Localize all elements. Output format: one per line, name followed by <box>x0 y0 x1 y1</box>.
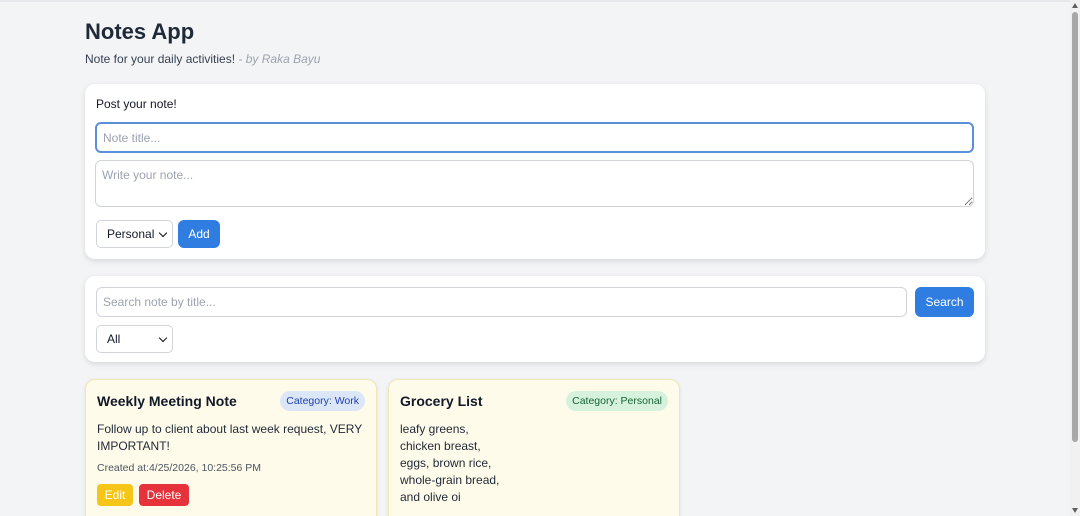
note-body: Follow up to client about last week requ… <box>97 421 367 455</box>
category-filter-select[interactable]: All <box>96 325 173 353</box>
vertical-scrollbar[interactable] <box>1070 0 1080 516</box>
note-body-line: Follow up to client about last week requ… <box>97 422 363 436</box>
note-body-line: chicken breast, <box>400 439 481 453</box>
scroll-down-arrow-icon[interactable] <box>1072 508 1078 513</box>
chevron-down-icon <box>158 333 168 343</box>
note-title: Grocery List <box>400 393 483 409</box>
add-note-button[interactable]: Add <box>178 220 220 248</box>
page-subtitle: Note for your daily activities! - by Rak… <box>85 52 320 66</box>
note-body: leafy greens, chicken breast, eggs, brow… <box>400 421 670 506</box>
top-border <box>0 0 1070 2</box>
note-body-line: leafy greens, <box>400 422 469 436</box>
note-body-line: whole-grain bread, <box>400 473 500 487</box>
chevron-down-icon <box>158 228 168 238</box>
page-title: Notes App <box>85 19 195 44</box>
category-badge: Category: Work <box>280 391 365 411</box>
scrollbar-thumb[interactable] <box>1072 12 1078 442</box>
note-body-line: IMPORTANT! <box>97 439 170 453</box>
category-select-value: Personal <box>107 227 155 241</box>
note-title: Weekly Meeting Note <box>97 393 237 409</box>
search-button[interactable]: Search <box>915 287 974 317</box>
note-body-line: and olive oi <box>400 490 461 504</box>
note-title-input[interactable] <box>95 122 974 153</box>
category-badge: Category: Personal <box>566 391 668 411</box>
note-created-date: Created at:4/25/2026, 10:25:56 PM <box>97 462 262 474</box>
category-select[interactable]: Personal <box>96 220 173 248</box>
post-note-label: Post your note! <box>96 97 177 111</box>
note-body-line: eggs, brown rice, <box>400 456 492 470</box>
filter-select-value: All <box>107 332 121 346</box>
search-input[interactable] <box>96 287 907 317</box>
note-card: Weekly Meeting Note Category: Work Follo… <box>85 379 377 516</box>
author-credit: - by Raka Bayu <box>238 52 321 66</box>
scroll-up-arrow-icon[interactable] <box>1072 3 1078 8</box>
subtitle-text: Note for your daily activities! <box>85 52 236 66</box>
edit-note-button[interactable]: Edit <box>97 484 133 506</box>
post-note-card: Post your note! Personal Add <box>85 84 985 259</box>
note-body-textarea[interactable] <box>95 160 974 207</box>
delete-note-button[interactable]: Delete <box>139 484 189 506</box>
search-card: Search All <box>85 276 985 362</box>
note-card: Grocery List Category: Personal leafy gr… <box>388 379 680 516</box>
